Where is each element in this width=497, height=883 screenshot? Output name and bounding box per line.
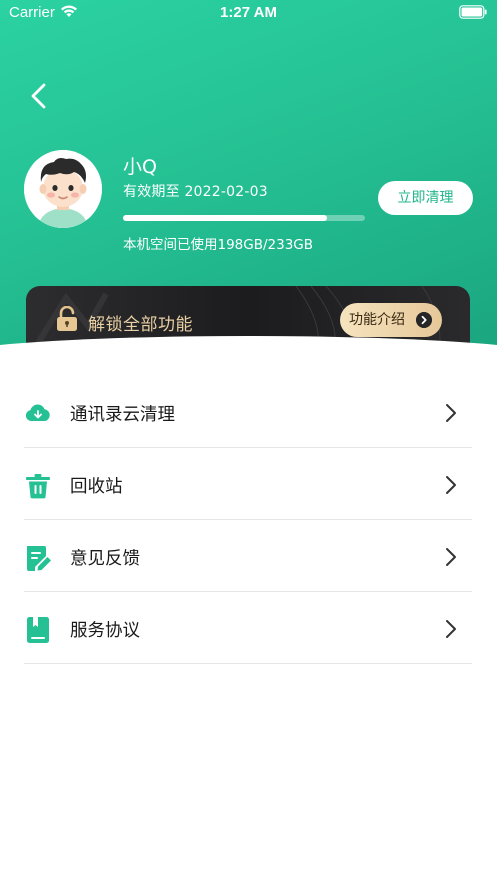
menu-label-contacts-cloud-clean: 通讯录云清理 [70,405,175,425]
feedback-edit-icon [27,546,51,571]
chevron-right-icon [446,476,456,494]
chevron-right-icon [446,548,456,566]
user-name: 小Q [123,156,157,178]
feature-intro-label: 功能介绍 [349,312,405,328]
avatar[interactable] [24,150,102,228]
menu-label-recycle-bin: 回收站 [70,477,123,497]
arrow-right-circle-icon [416,312,432,328]
back-button[interactable] [24,80,54,112]
menu-label-service-agreement: 服务协议 [70,621,140,641]
storage-usage-text: 本机空间已使用198GB/233GB [123,237,314,253]
menu-item-feedback[interactable]: 意见反馈 [24,520,472,592]
status-bar: Carrier 1:27 AM [0,0,497,26]
menu-item-contacts-cloud-clean[interactable]: 通讯录云清理 [24,376,472,448]
battery-icon [459,5,487,19]
chevron-right-icon [446,404,456,422]
menu-item-service-agreement[interactable]: 服务协议 [24,592,472,664]
storage-progress-fill [123,215,328,221]
unlock-icon [57,306,77,331]
settings-screen: Carrier 1:27 AM 小Q 有效期至 2022-02-03 本机空间已… [0,0,497,883]
menu-item-recycle-bin[interactable]: 回收站 [24,448,472,520]
chevron-right-icon [446,620,456,638]
menu-list: 通讯录云清理 回收站 意见反馈 服务协议 [24,376,472,664]
storage-progress-bar [123,215,365,221]
menu-label-feedback: 意见反馈 [70,549,140,569]
feature-intro-button[interactable]: 功能介绍 [340,303,442,337]
trash-icon [26,474,50,499]
expiry-date: 有效期至 2022-02-03 [123,184,268,200]
cloud-download-icon [25,404,50,421]
unlock-banner-title: 解锁全部功能 [88,315,193,335]
clean-now-button[interactable]: 立即清理 [378,181,473,215]
avatar-boy-icon [24,150,102,228]
status-time: 1:27 AM [220,4,277,21]
agreement-book-icon [27,617,49,643]
